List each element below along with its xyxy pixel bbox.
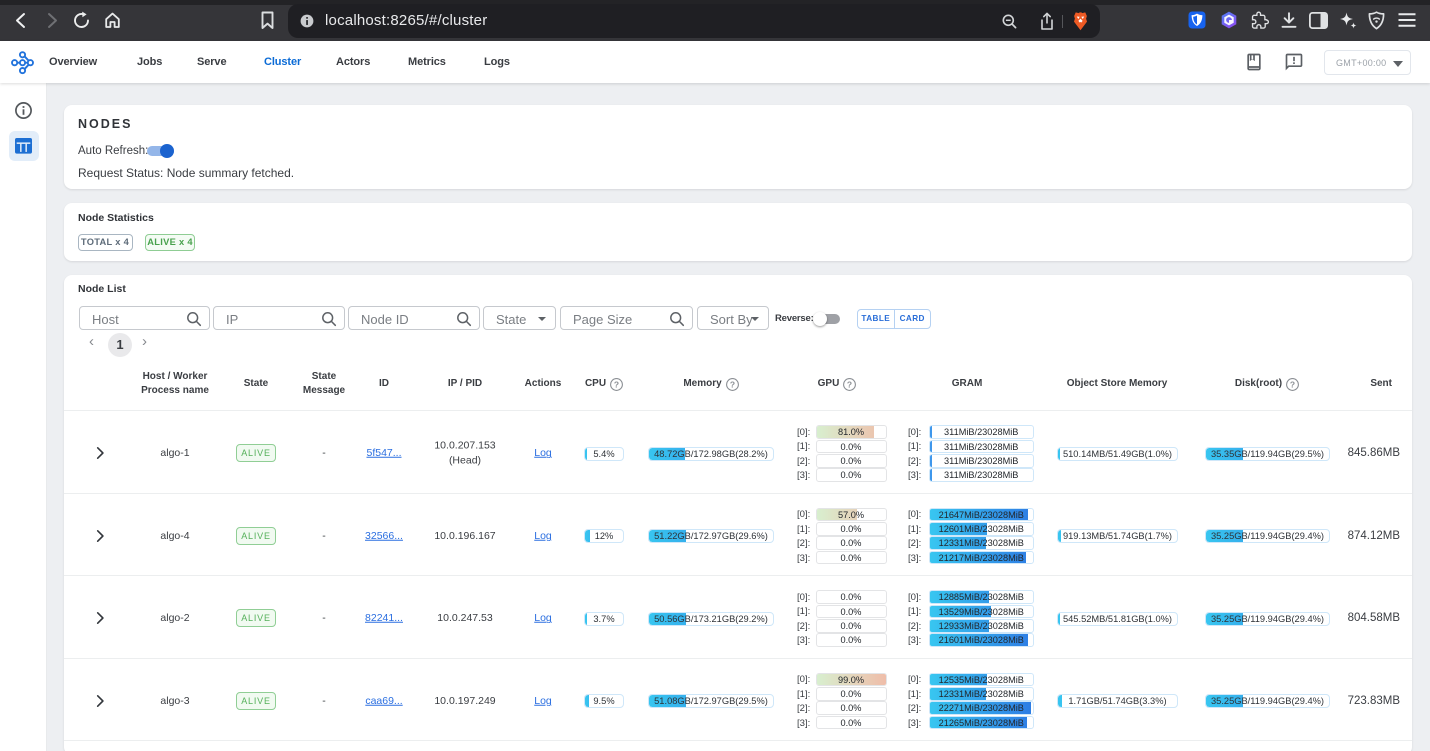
svg-text:?: ? (614, 379, 619, 389)
svg-text:?: ? (847, 379, 852, 389)
svg-text:?: ? (1290, 379, 1295, 389)
svg-text:?: ? (730, 379, 735, 389)
